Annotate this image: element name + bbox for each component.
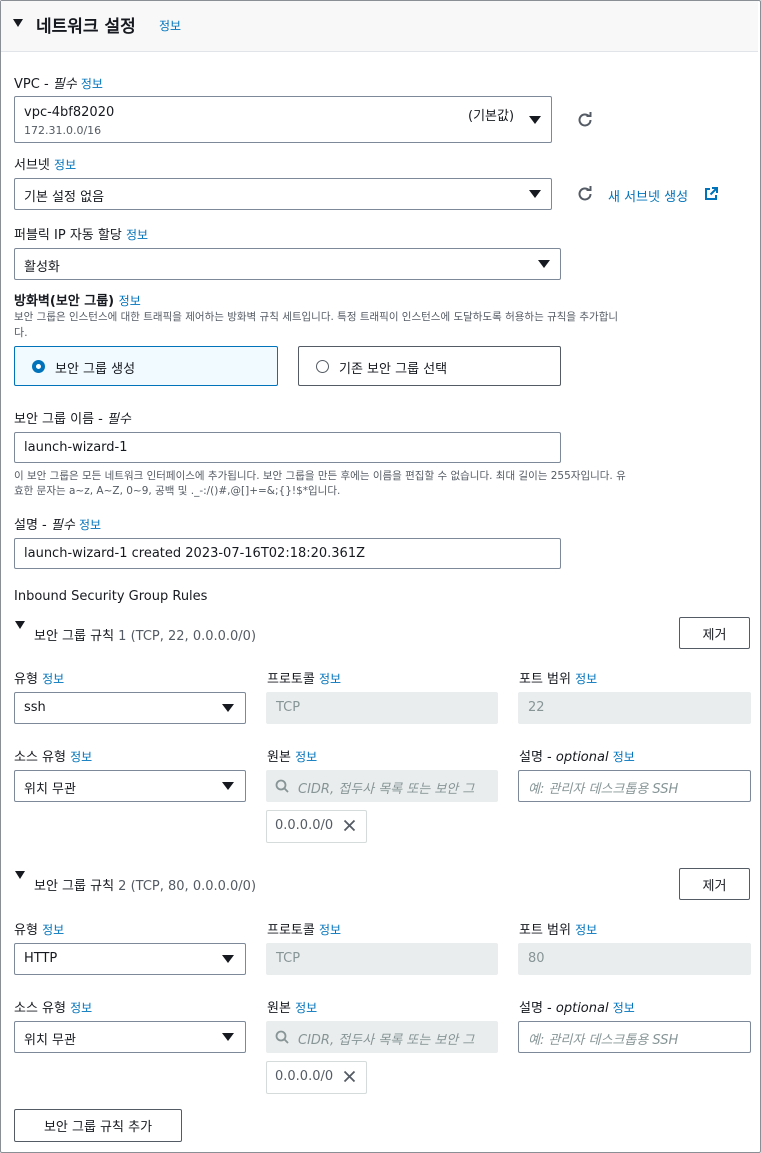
radio-create-security-group[interactable]: 보안 그룹 생성: [14, 346, 278, 386]
rule-1-port-label: 포트 범위 정보: [519, 672, 598, 687]
public-ip-select[interactable]: [14, 248, 561, 280]
rule-2-protocol-field: [266, 943, 498, 975]
create-subnet-link[interactable]: 새 서브넷 생성: [608, 186, 688, 205]
external-link-icon[interactable]: [704, 187, 718, 201]
search-icon: [275, 1030, 289, 1044]
close-icon[interactable]: [343, 1070, 356, 1083]
vpc-label: VPC - 필수 정보: [14, 77, 103, 92]
sg-name-value: launch-wizard-1: [24, 440, 128, 455]
caret-down-icon: [529, 116, 541, 124]
caret-down-icon: [222, 704, 234, 712]
rule-2-port-value: 80: [528, 951, 545, 966]
firewall-label: 방화벽(보안 그룹) 정보: [14, 294, 141, 309]
inbound-heading: Inbound Security Group Rules: [14, 589, 208, 604]
rule-2-desc-placeholder: 예: 관리자 데스크톱용 SSH: [528, 1033, 679, 1048]
section-title: 네트워크 설정: [36, 17, 136, 37]
remove-rule-2-button[interactable]: 제거: [679, 868, 750, 900]
rule-1-source-label: 원본 정보: [267, 750, 318, 765]
vpc-cidr: 172.31.0.0/16: [24, 124, 102, 137]
rule-2-source-label: 원본 정보: [267, 1001, 318, 1016]
rule-2-port-label: 포트 범위 정보: [519, 923, 598, 938]
rule-1-protocol-label: 프로토콜 정보: [267, 672, 342, 687]
rule-2-source-type-value: 위치 무관: [24, 1033, 76, 1048]
radio-icon[interactable]: [316, 360, 329, 373]
rule-2-type-label: 유형 정보: [14, 923, 65, 938]
refresh-icon[interactable]: [576, 185, 594, 203]
option-existing-label: 기존 보안 그룹 선택: [339, 362, 448, 377]
sg-name-label: 보안 그룹 이름 - 필수: [14, 412, 131, 427]
rule-1-title[interactable]: 보안 그룹 규칙 1 (TCP, 22, 0.0.0.0/0): [34, 625, 256, 644]
subnet-info-link[interactable]: 정보: [54, 158, 76, 172]
rule-1-type-select[interactable]: [14, 692, 246, 724]
caret-down-icon: [222, 1033, 234, 1041]
caret-down-icon: [222, 955, 234, 963]
option-create-label: 보안 그룹 생성: [55, 362, 136, 377]
vpc-info-link[interactable]: 정보: [81, 77, 103, 91]
remove-rule-1-button[interactable]: 제거: [679, 617, 750, 649]
search-icon: [275, 779, 289, 793]
rule-2-source-token-value: 0.0.0.0/0: [275, 1069, 334, 1084]
rule-1-source-type-value: 위치 무관: [24, 782, 76, 797]
radio-icon[interactable]: [32, 360, 45, 373]
rule-2-source-placeholder-clip: CIDR, 접두사 목록 또는 보안 그: [298, 1029, 493, 1048]
rule-1-source-token-value: 0.0.0.0/0: [275, 818, 334, 833]
subnet-label: 서브넷 정보: [14, 158, 77, 173]
caret-down-icon: [222, 782, 234, 790]
rule-1-port-value: 22: [528, 700, 545, 715]
caret-down-icon: [529, 190, 541, 198]
rule-2-source-type-label: 소스 유형 정보: [14, 1001, 93, 1016]
rule-1-desc-placeholder: 예: 관리자 데스크톱용 SSH: [528, 782, 679, 797]
public-ip-info-link[interactable]: 정보: [126, 228, 148, 242]
collapse-caret-icon[interactable]: [13, 19, 23, 27]
panel-header[interactable]: 네트워크 설정 정보: [1, 1, 758, 52]
description-value: launch-wizard-1 created 2023-07-16T02:18…: [24, 546, 366, 561]
firewall-description: 보안 그룹은 인스턴스에 대한 트래픽을 제어하는 방화벽 규칙 세트입니다. …: [14, 311, 619, 339]
firewall-info-link[interactable]: 정보: [119, 294, 141, 308]
rule-2-desc-label: 설명 - optional 정보: [519, 1001, 635, 1016]
rule-1-type-value: ssh: [24, 700, 46, 715]
rule-1-source-placeholder: CIDR, 접두사 목록 또는 보안 그: [298, 782, 475, 797]
close-icon[interactable]: [343, 819, 356, 832]
rule-expand-caret-icon[interactable]: [15, 871, 25, 879]
rule-expand-caret-icon[interactable]: [15, 621, 25, 629]
rule-2-source-placeholder: CIDR, 접두사 목록 또는 보안 그: [298, 1033, 475, 1048]
refresh-icon[interactable]: [576, 111, 594, 129]
rule-2-port-field: [518, 943, 751, 975]
rule-1-source-type-label: 소스 유형 정보: [14, 750, 93, 765]
vpc-value: vpc-4bf82020: [24, 105, 115, 120]
rule-2-protocol-value: TCP: [276, 951, 301, 966]
description-label: 설명 - 필수 정보: [14, 518, 102, 533]
rule-1-protocol-value: TCP: [276, 700, 301, 715]
vpc-default-tag: (기본값): [468, 109, 515, 124]
sg-name-help: 이 보안 그룹은 모든 네트워크 인터페이스에 추가됩니다. 보안 그룹을 만든…: [14, 470, 626, 497]
rule-1-source-placeholder-clip: CIDR, 접두사 목록 또는 보안 그: [298, 778, 493, 797]
section-info-link[interactable]: 정보: [159, 17, 181, 34]
add-rule-button[interactable]: 보안 그룹 규칙 추가: [14, 1109, 182, 1142]
caret-down-icon: [538, 260, 550, 268]
description-info-link[interactable]: 정보: [79, 518, 101, 532]
radio-select-existing-group[interactable]: 기존 보안 그룹 선택: [298, 346, 561, 386]
rule-1-port-field: [518, 692, 751, 724]
rule-1-protocol-field: [266, 692, 498, 724]
public-ip-value: 활성화: [24, 260, 60, 275]
rule-2-protocol-label: 프로토콜 정보: [267, 923, 342, 938]
network-settings-panel: [0, 0, 761, 1153]
rule-1-type-label: 유형 정보: [14, 672, 65, 687]
public-ip-label: 퍼블릭 IP 자동 할당 정보: [14, 228, 149, 243]
rule-2-title[interactable]: 보안 그룹 규칙 2 (TCP, 80, 0.0.0.0/0): [34, 875, 256, 894]
rule-1-desc-label: 설명 - optional 정보: [519, 750, 635, 765]
rule-2-type-value: HTTP: [24, 951, 58, 966]
subnet-value: 기본 설정 없음: [24, 190, 105, 205]
